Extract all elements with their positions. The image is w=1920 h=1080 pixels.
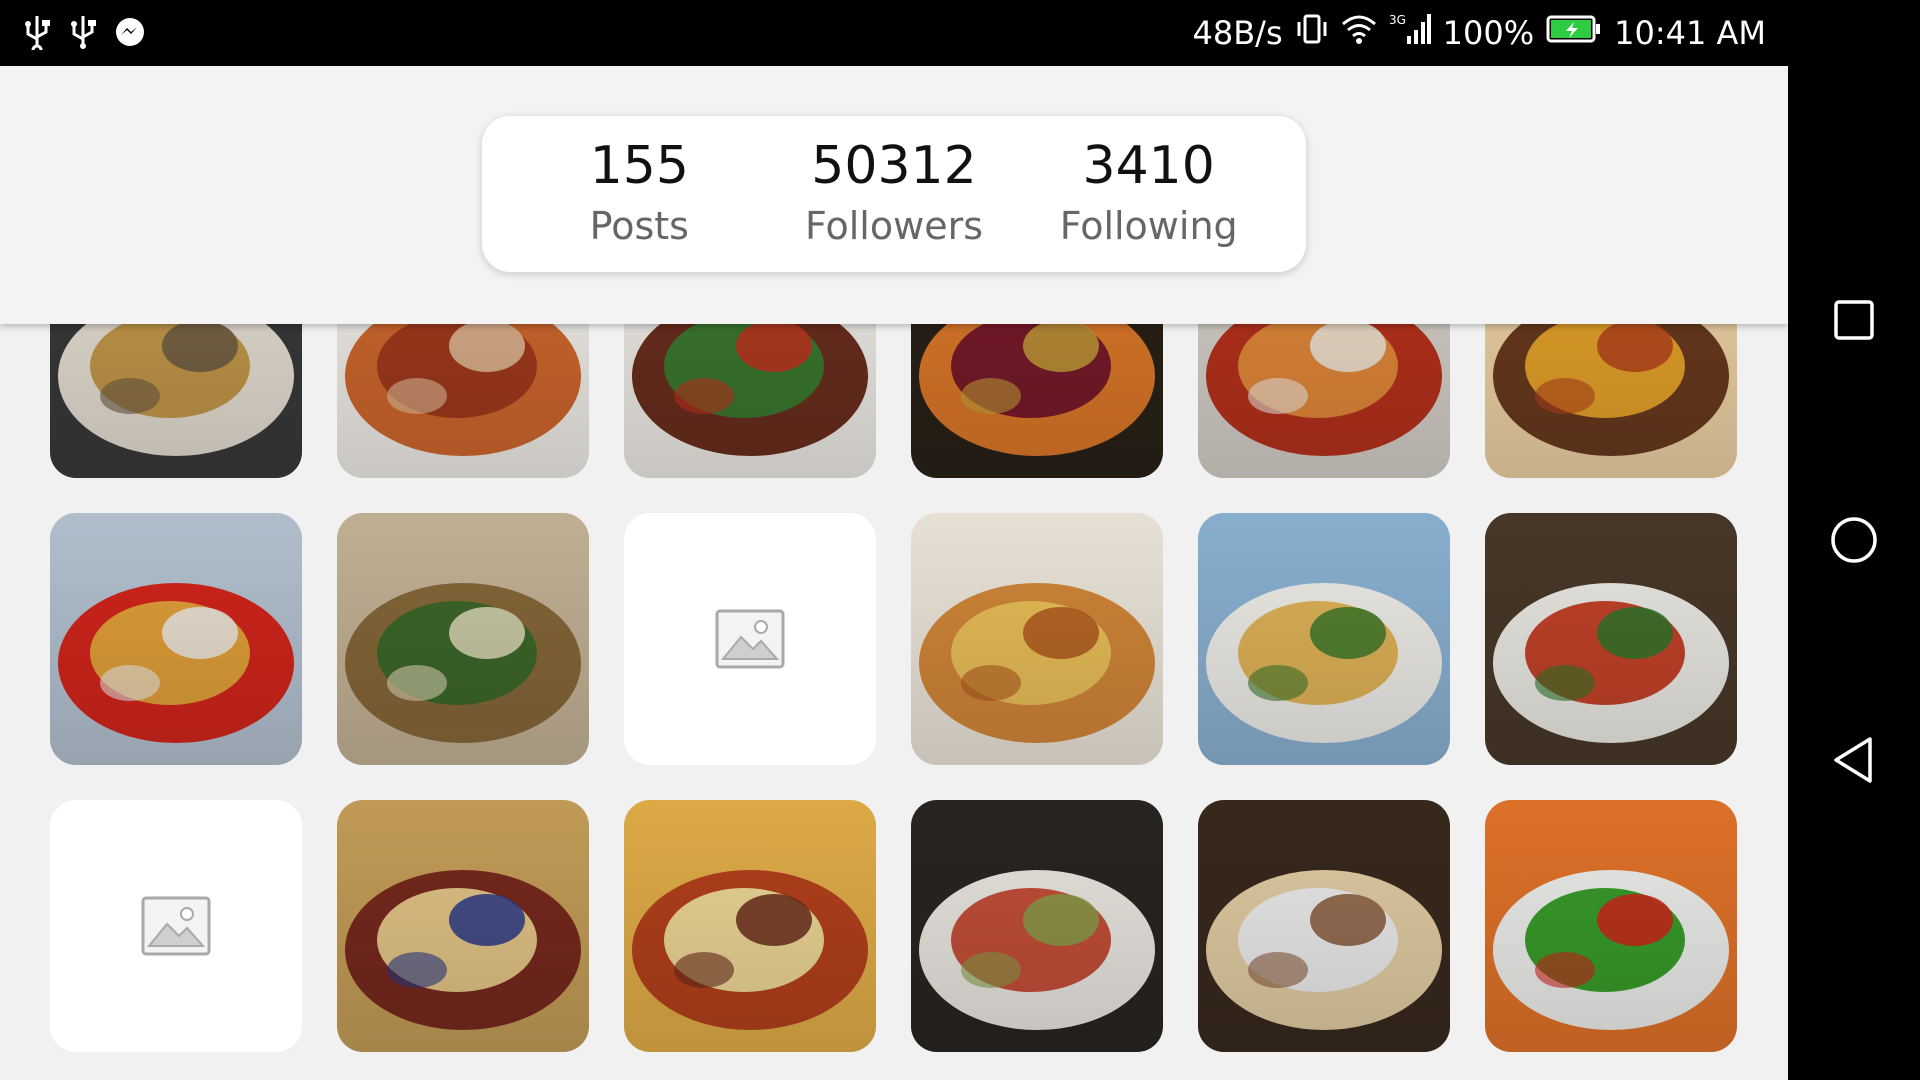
usb-icon [68, 14, 98, 50]
back-button[interactable] [1820, 726, 1888, 794]
stat-label: Following [1059, 204, 1238, 248]
usb-icon [22, 14, 52, 56]
post-thumbnail[interactable] [1485, 324, 1737, 478]
food-photo-image [1485, 513, 1737, 765]
food-photo-image [50, 324, 302, 478]
status-right: 48B/s 3G 100% 10:41 AM [1193, 12, 1767, 54]
post-thumbnail[interactable] [337, 800, 589, 1052]
food-photo-image [1198, 800, 1450, 1052]
food-photo-image [624, 324, 876, 478]
triangle-back-icon [1834, 737, 1872, 783]
stat-following[interactable]: 3410 Following [1021, 134, 1276, 254]
post-thumbnail[interactable] [1198, 324, 1450, 478]
home-button[interactable] [1820, 506, 1888, 574]
post-thumbnail[interactable] [911, 324, 1163, 478]
stat-value: 50312 [811, 136, 977, 196]
food-photo-image [1198, 324, 1450, 478]
image-placeholder-icon [715, 609, 785, 669]
circle-icon [1831, 517, 1877, 563]
stat-posts[interactable]: 155 Posts [512, 134, 767, 254]
food-photo-image [911, 513, 1163, 765]
food-photo-image [1198, 513, 1450, 765]
profile-stats-card: 155 Posts 50312 Followers 3410 Following [482, 116, 1306, 272]
post-thumbnail[interactable] [911, 800, 1163, 1052]
food-photo-image [1485, 800, 1737, 1052]
app-screen: 155 Posts 50312 Followers 3410 Following [0, 66, 1788, 1080]
food-photo-image [337, 513, 589, 765]
square-icon [1834, 300, 1874, 340]
post-thumbnail[interactable] [624, 324, 876, 478]
stat-followers[interactable]: 50312 Followers [767, 134, 1022, 254]
stat-value: 3410 [1082, 136, 1215, 196]
vibrate-icon [1295, 12, 1329, 54]
post-thumbnail-placeholder[interactable] [624, 513, 876, 765]
system-nav-bar [1788, 0, 1920, 1080]
food-photo-image [911, 324, 1163, 478]
post-thumbnail[interactable] [50, 324, 302, 478]
post-thumbnail[interactable] [1485, 800, 1737, 1052]
post-thumbnail[interactable] [1485, 513, 1737, 765]
image-placeholder-icon [141, 896, 211, 956]
status-bar: 48B/s 3G 100% 10:41 AM [0, 0, 1788, 66]
food-photo-image [624, 800, 876, 1052]
post-thumbnail[interactable] [50, 513, 302, 765]
clock: 10:41 AM [1614, 14, 1766, 52]
stat-label: Followers [805, 204, 983, 248]
battery-charging-icon [1546, 14, 1602, 52]
stat-value: 155 [589, 136, 689, 196]
food-photo-image [1485, 324, 1737, 478]
food-photo-image [50, 513, 302, 765]
post-thumbnail[interactable] [624, 800, 876, 1052]
post-thumbnail[interactable] [1198, 513, 1450, 765]
post-thumbnail-placeholder[interactable] [50, 800, 302, 1052]
food-photo-image [337, 324, 589, 478]
posts-grid [50, 324, 1737, 1052]
stat-label: Posts [589, 204, 689, 248]
status-left-icons [22, 14, 144, 56]
post-thumbnail[interactable] [911, 513, 1163, 765]
signal-icon: 3G [1389, 12, 1431, 54]
post-thumbnail[interactable] [337, 513, 589, 765]
battery-percent: 100% [1442, 14, 1535, 52]
wifi-icon [1341, 12, 1377, 54]
food-photo-image [911, 800, 1163, 1052]
post-thumbnail[interactable] [1198, 800, 1450, 1052]
svg-text:3G: 3G [1389, 13, 1406, 27]
recents-button[interactable] [1820, 286, 1888, 354]
post-thumbnail[interactable] [337, 324, 589, 478]
posts-grid-viewport[interactable] [0, 324, 1788, 1080]
net-speed: 48B/s [1192, 14, 1283, 52]
messenger-icon [114, 14, 144, 50]
food-photo-image [337, 800, 589, 1052]
profile-header: 155 Posts 50312 Followers 3410 Following [0, 66, 1788, 324]
